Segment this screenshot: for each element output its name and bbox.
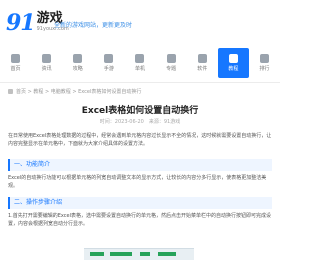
breadcrumb-text[interactable]: 首页 > 教程 > 电脑教程 > Excel表格如何设置自动换行 [16, 88, 141, 95]
article-paragraph-intro: 在日常使用Excel表格处理数据的过程中，经常会遇到单元格内容过长显示不全的情况… [8, 133, 272, 147]
news-icon [42, 54, 52, 63]
article-meta: 时间：2023-06-20 来源：91游戏 [99, 119, 181, 125]
section-heading-intro: 一、功能简介 [8, 159, 272, 171]
nav-item-label: 单机 [134, 66, 145, 72]
section-heading-steps: 二、操作步骤介绍 [8, 197, 272, 209]
article-title: Excel表格如何设置自动换行 [81, 106, 199, 116]
breadcrumb: 首页 > 教程 > 电脑教程 > Excel表格如何设置自动换行 [8, 88, 141, 95]
software-icon [197, 54, 207, 63]
nav-item-2[interactable]: 攻略 [62, 48, 93, 78]
nav-divider [0, 82, 280, 83]
article-paragraph-steps: 1.首先打开需要编辑的Excel表格，选中需要设置自动换行的单元格，然后点击开始… [8, 213, 272, 227]
nav-item-label: 专题 [166, 66, 177, 72]
nav-item-8[interactable]: 排行 [249, 48, 280, 78]
nav-item-4[interactable]: 单机 [124, 48, 155, 78]
site-slogan: 全新的游戏网站，更新更及时 [54, 22, 133, 29]
nav-item-label: 首页 [10, 66, 21, 72]
logo-number: 91 [6, 10, 36, 36]
nav-item-label: 手游 [103, 66, 114, 72]
nav-item-label: 攻略 [72, 66, 83, 72]
mobile-game-icon [104, 54, 114, 63]
nav-item-label: 资讯 [41, 66, 52, 72]
ranking-icon [259, 54, 269, 63]
nav-item-6[interactable]: 软件 [187, 48, 218, 78]
nav-item-7[interactable]: 教程 [217, 48, 249, 78]
article-paragraph-feature: Excel的自动换行功能可以根据单元格的列宽自动调整文本的显示方式，让较长的内容… [8, 175, 267, 189]
nav-item-0[interactable]: 首页 [0, 48, 31, 78]
nav-item-3[interactable]: 手游 [93, 48, 124, 78]
nav-item-label: 排行 [259, 66, 270, 72]
pc-game-icon [135, 54, 145, 63]
location-icon [8, 89, 13, 94]
nav-item-label: 教程 [228, 66, 239, 72]
guide-icon [73, 54, 83, 63]
site-header: 91 游戏 91youxi.com 全新的游戏网站，更新更及时 [0, 0, 280, 44]
nav-item-1[interactable]: 资讯 [31, 48, 62, 78]
nav-item-label: 软件 [197, 66, 208, 72]
topic-icon [166, 54, 176, 63]
article-screenshot-image [84, 248, 194, 260]
tutorial-icon [228, 54, 238, 63]
main-nav: 首页 资讯 攻略 手游 单机 专题 软件 教程 排行 [0, 48, 280, 78]
home-icon [11, 54, 21, 63]
nav-item-5[interactable]: 专题 [156, 48, 187, 78]
